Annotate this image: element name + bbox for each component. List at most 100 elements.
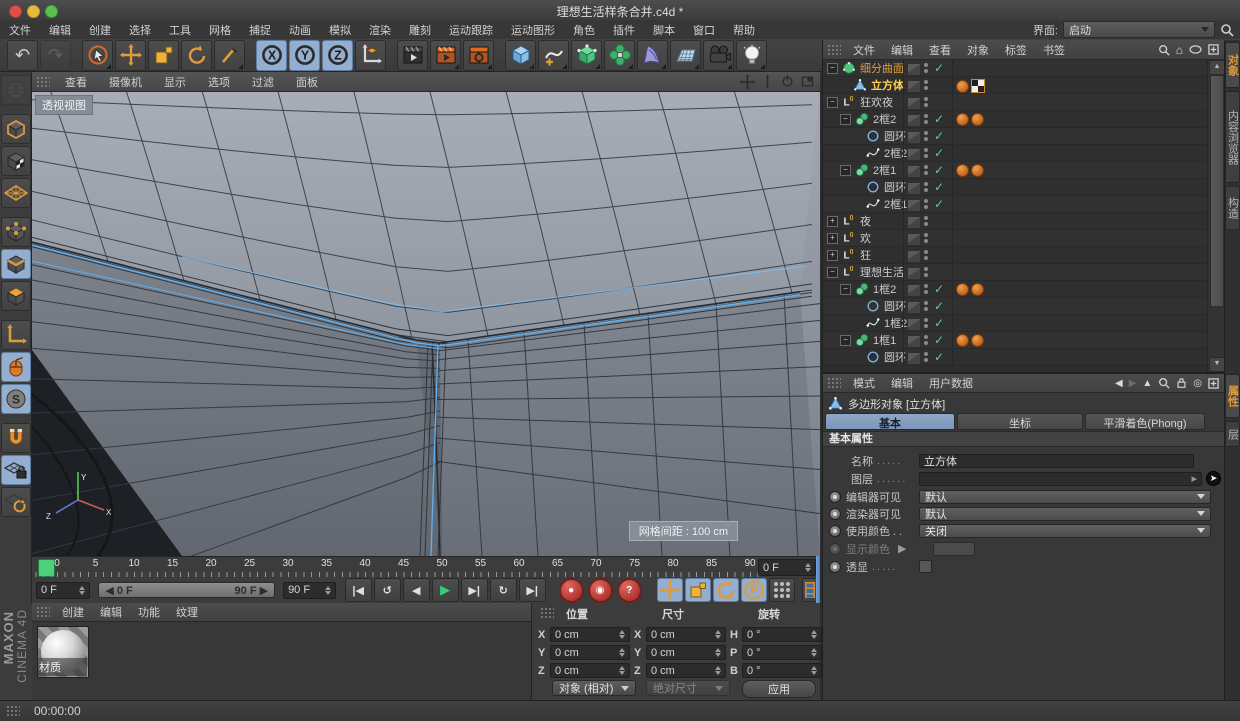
layer-chip[interactable] <box>907 63 921 76</box>
arrow-up-icon[interactable]: ▲ <box>1142 378 1152 389</box>
layer-chip[interactable] <box>907 216 921 229</box>
selection-tag-icon[interactable] <box>956 283 969 296</box>
tree-row[interactable]: − 1框2 ✓ <box>823 281 1207 298</box>
menu-item[interactable]: 功能 <box>130 602 168 622</box>
sweep-object-icon[interactable] <box>854 112 869 127</box>
record-keyframe-button[interactable]: ● <box>558 577 584 603</box>
make-editable-icon[interactable] <box>0 75 31 105</box>
enable-check-icon[interactable]: ✓ <box>934 333 944 347</box>
points-mode-icon[interactable] <box>0 217 31 247</box>
workplane-rotate-icon[interactable] <box>0 487 31 517</box>
tree-row[interactable]: − 2框1 ✓ <box>823 162 1207 179</box>
render-settings-icon[interactable] <box>463 39 494 71</box>
attribute-tab[interactable]: 平滑着色(Phong) <box>1085 413 1205 430</box>
menu-item[interactable]: 创建 <box>54 602 92 622</box>
visibility-dots[interactable] <box>924 199 928 209</box>
new-panel-icon[interactable] <box>1208 44 1219 55</box>
add-deformer-icon[interactable] <box>637 39 668 71</box>
enable-check-icon[interactable]: ✓ <box>934 163 944 177</box>
expand-toggle[interactable]: − <box>840 164 851 176</box>
enable-check-icon[interactable]: ✓ <box>934 316 944 330</box>
stepper-icon[interactable] <box>715 648 721 657</box>
toggle-view-icon[interactable] <box>799 74 816 89</box>
layer-browser-button[interactable]: ➤ <box>1206 471 1221 486</box>
polygons-mode-icon[interactable] <box>0 281 31 311</box>
goto-start-button[interactable]: |◀ <box>344 578 372 602</box>
size-y-field[interactable]: 0 cm <box>646 645 726 660</box>
menu-item[interactable]: 创建 <box>80 20 120 40</box>
expand-toggle[interactable]: − <box>827 96 838 108</box>
timeline-range-slider[interactable]: ◀ 0 F 90 F ▶ <box>98 582 276 598</box>
layer-chip[interactable] <box>907 114 921 127</box>
stepper-icon[interactable] <box>619 630 625 639</box>
layer-chip[interactable] <box>907 250 921 263</box>
object-label[interactable]: 1框1 <box>873 332 896 348</box>
panel-grip-icon[interactable] <box>36 75 50 88</box>
layer-chip[interactable] <box>907 301 921 314</box>
add-camera-icon[interactable] <box>703 39 734 71</box>
viewport-canvas[interactable]: Y X Z 透视视图 网格间距 : 100 cm <box>32 92 820 556</box>
tree-row[interactable]: 1框2 ✓ <box>823 315 1207 332</box>
menu-item[interactable]: 动画 <box>280 20 320 40</box>
tree-row[interactable]: 圆环 ✓ <box>823 179 1207 196</box>
selection-tag-icon[interactable] <box>956 164 969 177</box>
subdiv-object-icon[interactable] <box>841 61 856 76</box>
tree-row[interactable]: 立方体 <box>823 77 1207 94</box>
attribute-dropdown[interactable]: 关闭 <box>919 523 1211 538</box>
tree-row[interactable]: − 1框1 ✓ <box>823 332 1207 349</box>
scroll-down-icon[interactable]: ▼ <box>1209 357 1225 372</box>
scale-icon[interactable] <box>148 39 179 71</box>
keyframe-parameter-toggle[interactable]: P <box>740 578 767 602</box>
enable-check-icon[interactable]: ✓ <box>934 350 944 364</box>
menu-item[interactable]: 用户数据 <box>921 373 981 393</box>
circle-object-icon[interactable] <box>865 129 880 144</box>
previous-key-button[interactable]: ↺ <box>373 578 401 602</box>
attribute-dropdown[interactable]: 默认 <box>919 506 1211 521</box>
null-object-icon[interactable]: L0 <box>841 231 856 246</box>
menu-item[interactable]: 工具 <box>160 20 200 40</box>
expand-toggle[interactable]: + <box>827 249 838 261</box>
size-x-field[interactable]: 0 cm <box>646 627 726 642</box>
layer-chip[interactable] <box>907 148 921 161</box>
menu-item[interactable]: 查看 <box>54 72 98 92</box>
play-button[interactable]: ▶ <box>431 578 459 602</box>
menu-item[interactable]: 插件 <box>604 20 644 40</box>
expand-toggle[interactable]: + <box>827 215 838 227</box>
sweep-object-icon[interactable] <box>854 163 869 178</box>
visibility-dots[interactable] <box>924 182 928 192</box>
panel-grip-icon[interactable] <box>827 43 841 56</box>
visibility-dots[interactable] <box>924 114 928 124</box>
radio-icon[interactable] <box>829 524 841 537</box>
layer-chip[interactable] <box>907 97 921 110</box>
rotation-b-field[interactable]: 0 ° <box>742 663 822 678</box>
null-object-icon[interactable]: L0 <box>841 248 856 263</box>
layer-chip[interactable] <box>907 284 921 297</box>
magnet-icon[interactable] <box>0 423 31 453</box>
object-label[interactable]: 欢 <box>860 230 871 246</box>
add-cube-icon[interactable] <box>505 39 536 71</box>
render-view-icon[interactable] <box>397 39 428 71</box>
previous-frame-button[interactable]: ◀ <box>402 578 430 602</box>
tree-row[interactable]: 圆环.1 ✓ <box>823 298 1207 315</box>
stepper-icon[interactable] <box>805 563 811 572</box>
object-label[interactable]: 狂 <box>860 247 871 263</box>
visibility-dots[interactable] <box>924 284 928 294</box>
layer-chip[interactable] <box>907 80 921 93</box>
spline-object-icon[interactable] <box>865 316 880 331</box>
menu-item[interactable]: 角色 <box>564 20 604 40</box>
home-icon[interactable]: ⌂ <box>1176 43 1183 57</box>
coords-mode-dropdown[interactable]: 对象 (相对) <box>552 680 636 696</box>
selection-tag-icon[interactable] <box>956 334 969 347</box>
keyframe-pla-toggle[interactable] <box>768 578 795 602</box>
selection-tag-icon[interactable] <box>971 113 984 126</box>
current-frame-field[interactable]: 0 F <box>36 581 91 599</box>
render-picture-viewer-icon[interactable] <box>430 39 461 71</box>
radio-icon[interactable] <box>829 560 841 573</box>
tree-row[interactable]: 2框2 ✓ <box>823 145 1207 162</box>
object-label[interactable]: 理想生活 <box>860 264 904 280</box>
sweep-object-icon[interactable] <box>854 333 869 348</box>
menu-item[interactable]: 网格 <box>200 20 240 40</box>
menu-item[interactable]: 文件 <box>0 20 40 40</box>
stepper-icon[interactable] <box>619 666 625 675</box>
null-object-icon[interactable]: L0 <box>841 95 856 110</box>
